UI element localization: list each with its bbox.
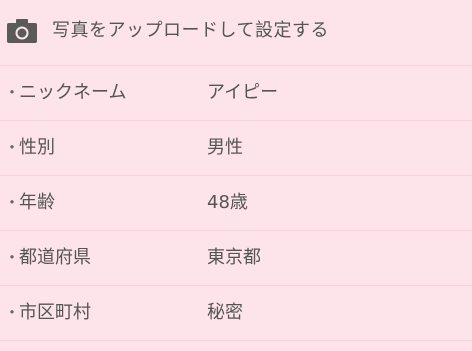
camera-icon: [7, 19, 37, 43]
profile-value-city: 秘密: [207, 302, 243, 323]
profile-label-gender: 性別: [19, 137, 55, 158]
upload-photo-button[interactable]: 写真をアップロードして設定する: [0, 0, 472, 66]
profile-value-age: 48歳: [207, 192, 248, 213]
profile-label-city: 市区町村: [19, 302, 91, 323]
profile-label-nickname: ニックネーム: [19, 82, 127, 103]
list-bullet: ・: [4, 248, 21, 267]
profile-value-prefecture: 東京都: [207, 247, 261, 268]
profile-label-age: 年齢: [19, 192, 55, 213]
list-bullet: ・: [4, 83, 21, 102]
profile-row-gender[interactable]: ・ 性別 男性: [0, 121, 472, 176]
profile-row-nickname[interactable]: ・ ニックネーム アイピー: [0, 66, 472, 121]
profile-list: ・ ニックネーム アイピー ・ 性別 男性 ・ 年齢 48歳 ・ 都道府県 東京…: [0, 66, 472, 341]
profile-value-gender: 男性: [207, 137, 243, 158]
list-bullet: ・: [4, 193, 21, 212]
list-bullet: ・: [4, 138, 21, 157]
upload-photo-label: 写真をアップロードして設定する: [52, 20, 329, 41]
profile-screen: 写真をアップロードして設定する ・ ニックネーム アイピー ・ 性別 男性 ・ …: [0, 0, 472, 351]
profile-row-age[interactable]: ・ 年齢 48歳: [0, 176, 472, 231]
profile-row-prefecture[interactable]: ・ 都道府県 東京都: [0, 231, 472, 286]
profile-value-nickname: アイピー: [207, 82, 279, 103]
list-bullet: ・: [4, 303, 21, 322]
profile-row-city[interactable]: ・ 市区町村 秘密: [0, 286, 472, 341]
profile-label-prefecture: 都道府県: [19, 247, 91, 268]
